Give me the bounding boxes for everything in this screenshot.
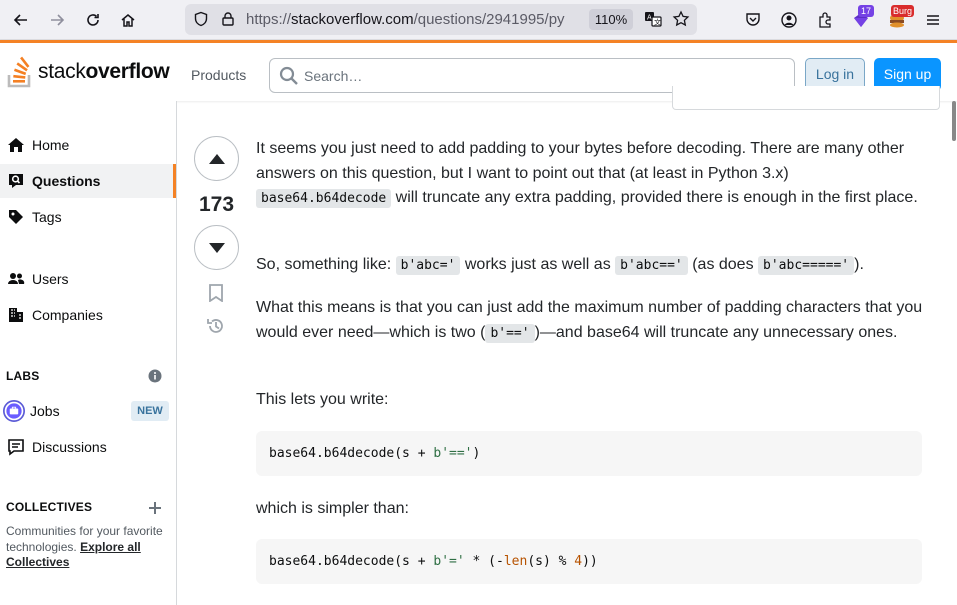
- code-token: base64.b64decode(s +: [269, 446, 434, 461]
- sidebar-item-questions[interactable]: Questions: [0, 164, 176, 198]
- code-token: * (-: [464, 554, 504, 569]
- hamburger-menu-icon[interactable]: [921, 8, 945, 32]
- tag-icon: [6, 207, 26, 227]
- code-builtin: len: [503, 554, 528, 569]
- collectives-section-title: COLLECTIVES: [6, 500, 93, 514]
- sidebar-item-users[interactable]: Users: [0, 262, 176, 296]
- sidebar-item-home[interactable]: Home: [0, 128, 176, 162]
- forward-arrow-icon[interactable]: [45, 8, 69, 32]
- users-icon: [6, 269, 26, 289]
- code-block-1: base64.b64decode(s + b'=='): [256, 431, 922, 476]
- svg-text:A: A: [647, 14, 652, 22]
- code-token: base64.b64decode(s +: [269, 554, 434, 569]
- plus-icon[interactable]: [149, 501, 161, 519]
- products-link[interactable]: Products: [191, 67, 246, 83]
- pocket-icon[interactable]: [741, 8, 765, 32]
- extension-badge-label: Burg: [891, 5, 915, 17]
- code-block-2: base64.b64decode(s + b'=' * (-len(s) % 4…: [256, 539, 922, 584]
- discussion-icon: [6, 437, 26, 457]
- sidebar-item-label: Tags: [32, 209, 62, 225]
- code-number: 4: [574, 554, 583, 569]
- text-span: )—and base64 will truncate any unnecessa…: [534, 323, 898, 341]
- code-token: (s) %: [527, 554, 575, 569]
- collectives-description: Communities for your favorite technologi…: [6, 524, 172, 571]
- translate-icon[interactable]: A文: [644, 10, 662, 33]
- sidebar-item-label: Users: [32, 271, 69, 287]
- back-arrow-icon[interactable]: [9, 8, 33, 32]
- account-icon[interactable]: [777, 8, 801, 32]
- history-icon[interactable]: [206, 316, 226, 336]
- text-span: will truncate any extra padding, provide…: [391, 189, 918, 206]
- answer-paragraph-2: So, something like: b'abc=' works just a…: [256, 253, 926, 279]
- downvote-button[interactable]: [194, 225, 239, 270]
- text-span: ).: [854, 256, 864, 273]
- jobs-briefcase-icon: [3, 400, 25, 422]
- code-string: b'==': [433, 446, 473, 461]
- home-icon: [6, 135, 26, 155]
- reload-icon[interactable]: [81, 8, 105, 32]
- home-icon[interactable]: [116, 8, 140, 32]
- zoom-level[interactable]: 110%: [589, 9, 633, 30]
- left-sidebar: Home Questions Tags Users Companies LABS…: [0, 101, 177, 605]
- labs-section-title: LABS: [6, 369, 40, 383]
- sidebar-item-label: Jobs: [30, 403, 60, 419]
- text-span: So, something like:: [256, 256, 396, 273]
- sidebar-item-discussions[interactable]: Discussions: [0, 430, 176, 464]
- top-panel-edge: [672, 86, 940, 110]
- answer-paragraph-5: which is simpler than:: [256, 500, 409, 517]
- sidebar-item-label: Questions: [32, 173, 101, 189]
- bookmark-icon[interactable]: [206, 283, 226, 303]
- code-token: ): [472, 446, 481, 461]
- svg-text:文: 文: [654, 18, 661, 27]
- lock-icon[interactable]: [220, 11, 236, 32]
- sidebar-item-label: Discussions: [32, 439, 107, 455]
- sidebar-item-tags[interactable]: Tags: [0, 200, 176, 234]
- stackoverflow-logo-icon: [7, 56, 31, 88]
- sidebar-item-label: Home: [32, 137, 70, 153]
- inline-code: b'==': [485, 323, 535, 343]
- code-string: b'=': [433, 554, 465, 569]
- upvote-arrow-icon: [208, 153, 225, 164]
- inline-code: b'abc==': [615, 256, 688, 275]
- info-icon[interactable]: [148, 369, 162, 388]
- inline-code: b'abc=====': [758, 256, 855, 275]
- page-scrollbar[interactable]: [952, 101, 956, 141]
- downvote-arrow-icon: [208, 242, 225, 253]
- text-span: It seems you just need to add padding to…: [256, 140, 905, 182]
- url-bar[interactable]: https://stackoverflow.com/questions/2941…: [185, 4, 697, 35]
- building-icon: [6, 305, 26, 325]
- answer-paragraph-4: This lets you write:: [256, 391, 389, 408]
- shield-icon[interactable]: [193, 11, 209, 32]
- logo-wordmark: stackoverflow: [38, 60, 170, 83]
- code-token: )): [582, 554, 598, 569]
- extension-badge-count: 17: [858, 5, 875, 17]
- browser-toolbar: https://stackoverflow.com/questions/2941…: [0, 0, 957, 40]
- text-span: (as does: [687, 256, 759, 273]
- text-span: works just as well as: [460, 256, 616, 273]
- new-badge: NEW: [131, 401, 169, 421]
- stackoverflow-logo[interactable]: stackoverflow: [6, 55, 170, 89]
- sidebar-item-label: Companies: [32, 307, 103, 323]
- extensions-icon[interactable]: [813, 8, 837, 32]
- inline-code: b'abc=': [395, 256, 461, 275]
- url-text[interactable]: https://stackoverflow.com/questions/2941…: [246, 11, 581, 28]
- upvote-button[interactable]: [194, 136, 239, 181]
- vote-count: 173: [198, 193, 235, 216]
- answer-paragraph-3: What this means is that you can just add…: [256, 296, 926, 346]
- bookmark-star-icon[interactable]: [672, 10, 690, 33]
- answer-paragraph-1: It seems you just need to add padding to…: [256, 137, 926, 212]
- inline-code: base64.b64decode: [256, 189, 392, 208]
- sidebar-item-companies[interactable]: Companies: [0, 298, 176, 332]
- question-icon: [6, 171, 26, 191]
- search-icon: [279, 66, 299, 91]
